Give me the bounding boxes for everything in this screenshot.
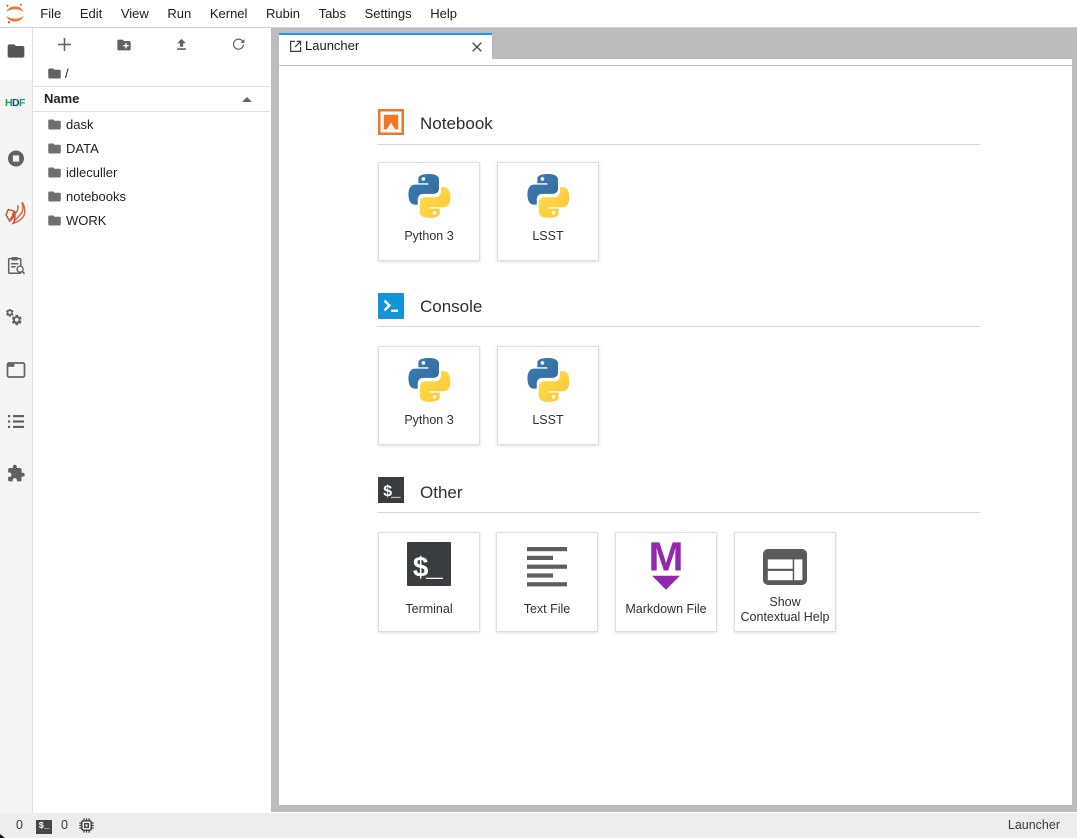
svg-text:M: M xyxy=(649,542,684,580)
svg-text:HDF: HDF xyxy=(5,97,26,109)
